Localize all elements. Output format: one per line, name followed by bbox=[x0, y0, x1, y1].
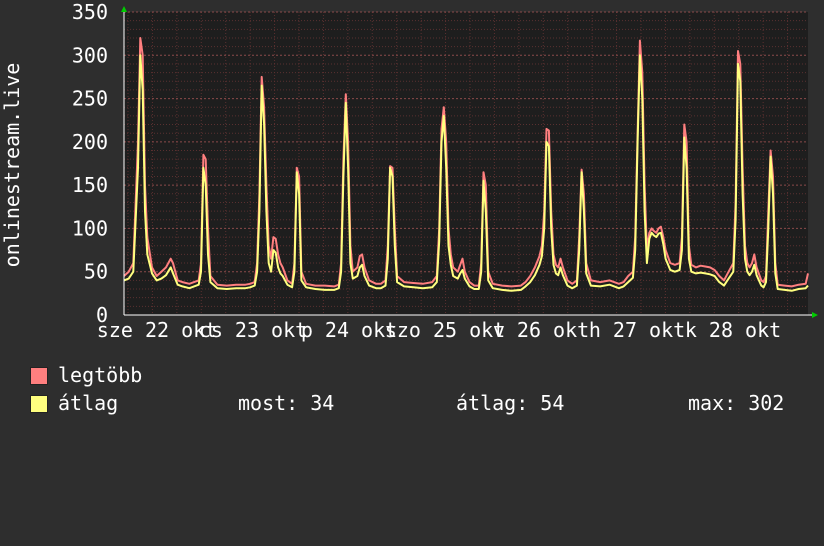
legend-swatch-max bbox=[30, 367, 48, 385]
legend-label-max: legtöbb bbox=[58, 363, 143, 387]
x-tick-label: szo 25 okt bbox=[385, 318, 505, 342]
legend-label-avg: átlag bbox=[58, 391, 119, 415]
legend-swatch-avg bbox=[30, 395, 48, 413]
y-tick-label: 200 bbox=[72, 130, 108, 154]
x-axis-arrow-icon bbox=[812, 312, 818, 318]
x-tick-label: k 28 okt bbox=[685, 318, 781, 342]
plot-background bbox=[124, 12, 808, 315]
x-tick-label: cs 23 okt bbox=[199, 318, 307, 342]
y-tick-label: 350 bbox=[72, 0, 108, 24]
x-axis-ticks: sze 22 oktcs 23 oktp 24 oktszo 25 oktv 2… bbox=[97, 318, 781, 342]
legend-row-max: legtöbb bbox=[30, 362, 142, 388]
y-tick-label: 150 bbox=[72, 173, 108, 197]
y-axis-label: onlinestream.live bbox=[0, 63, 24, 268]
x-tick-label: v 26 okt bbox=[493, 318, 589, 342]
stat-now: most: 34 bbox=[238, 391, 335, 415]
y-tick-label: 100 bbox=[72, 216, 108, 240]
chart-area: 050100150200250300350 sze 22 oktcs 23 ok… bbox=[0, 0, 818, 342]
stat-max: max: 302 bbox=[688, 391, 785, 415]
y-tick-label: 250 bbox=[72, 87, 108, 111]
x-tick-label: p 24 okt bbox=[301, 318, 397, 342]
y-tick-label: 300 bbox=[72, 43, 108, 67]
y-axis-ticks: 050100150200250300350 bbox=[72, 0, 108, 327]
stat-average: átlag: 54 bbox=[456, 391, 565, 415]
y-tick-label: 50 bbox=[84, 260, 108, 284]
x-tick-label: h 27 okt bbox=[589, 318, 685, 342]
y-axis-arrow-icon bbox=[121, 6, 127, 12]
legend-row-avg: átlag most: 34 átlag: 54 max: 302 bbox=[30, 390, 820, 416]
